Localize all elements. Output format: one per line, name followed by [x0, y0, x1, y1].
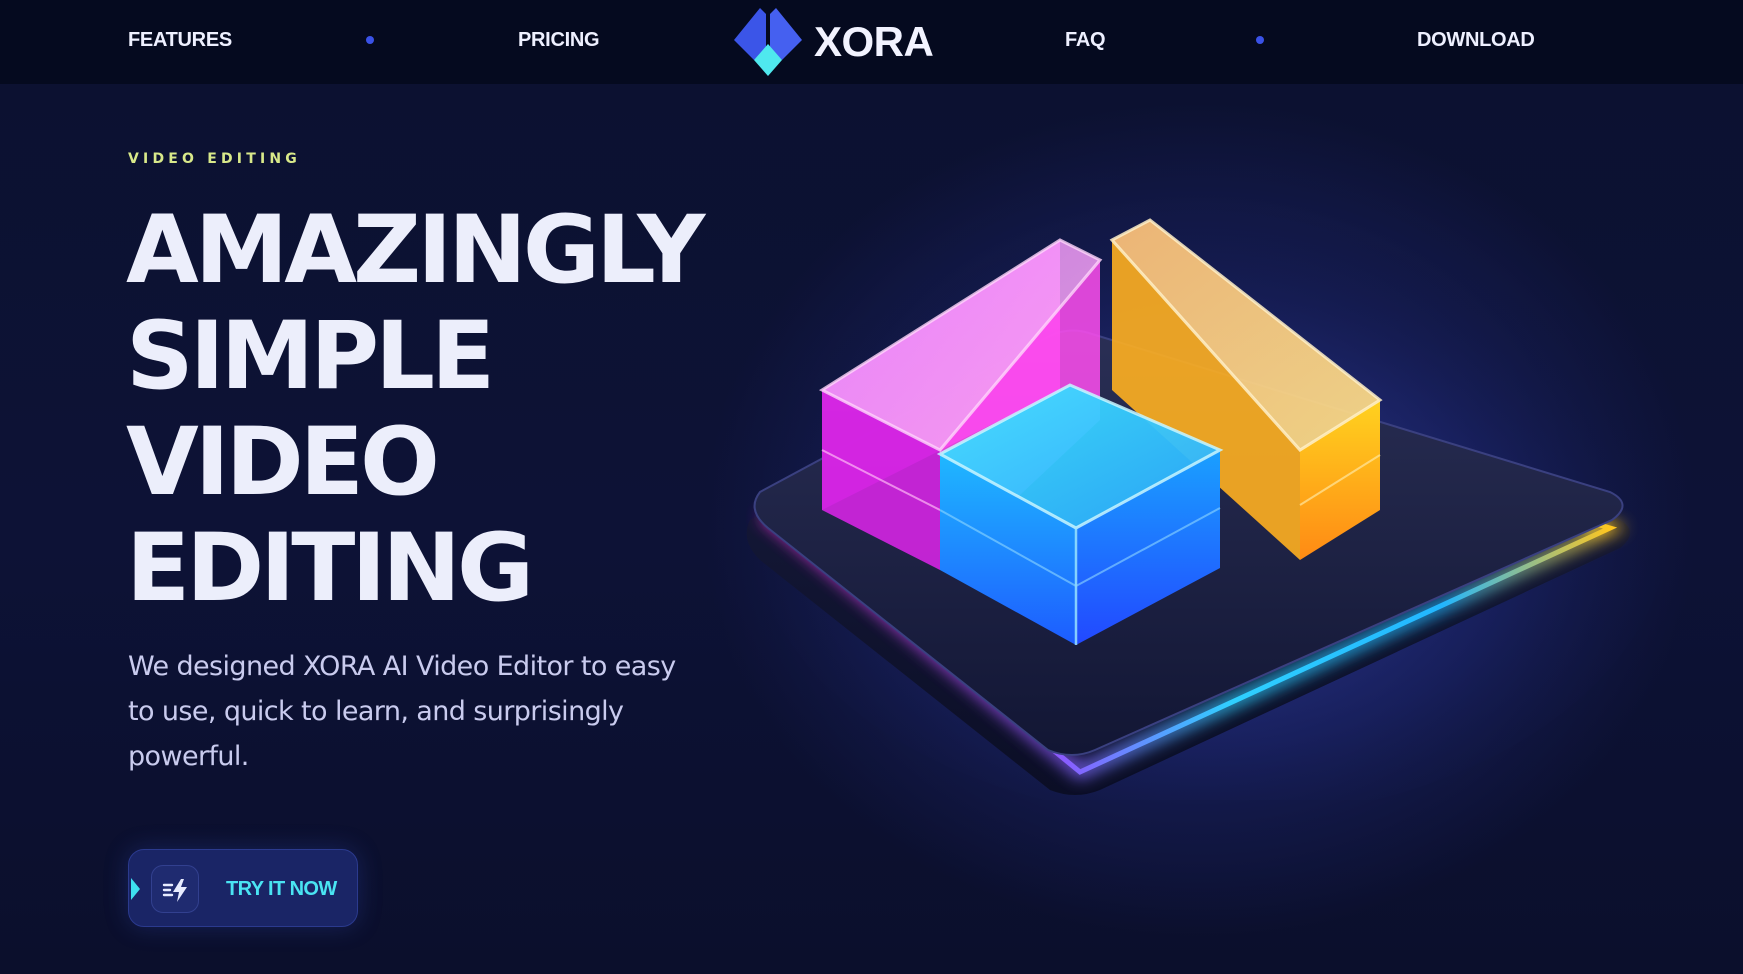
logo-wordmark: XORA — [814, 18, 934, 65]
zap-icon — [151, 865, 199, 913]
glass-blocks-illustration — [746, 218, 1660, 800]
nav-link-pricing[interactable]: PRICING — [518, 28, 600, 52]
hero-headline: AMAZINGLY SIMPLE VIDEO EDITING — [126, 198, 766, 622]
try-it-now-button[interactable]: TRY IT NOW — [128, 849, 358, 927]
xora-logo[interactable]: XORA — [730, 4, 936, 76]
xora-logo-icon — [734, 8, 802, 76]
nav-separator-dot — [1256, 36, 1264, 44]
hero-eyebrow: VIDEO EDITING — [128, 151, 301, 167]
nav-link-faq[interactable]: FAQ — [1065, 28, 1106, 52]
nav-link-download[interactable]: DOWNLOAD — [1417, 28, 1535, 52]
cta-label: TRY IT NOW — [226, 878, 337, 900]
nav-link-features[interactable]: FEATURES — [128, 28, 232, 52]
headline-line: AMAZINGLY — [126, 196, 705, 305]
headline-line: VIDEO — [126, 408, 440, 517]
hero-subtitle: We designed XORA AI Video Editor to easy… — [128, 651, 676, 772]
cta-marker — [131, 878, 140, 900]
headline-line: SIMPLE — [126, 302, 495, 411]
landing-page: FEATURES PRICING XORA FAQ DOWNLOAD VIDEO… — [0, 0, 1743, 974]
headline-line: EDITING — [126, 514, 534, 623]
nav-separator-dot — [366, 36, 374, 44]
top-navigation: FEATURES PRICING XORA FAQ DOWNLOAD — [0, 0, 1743, 84]
